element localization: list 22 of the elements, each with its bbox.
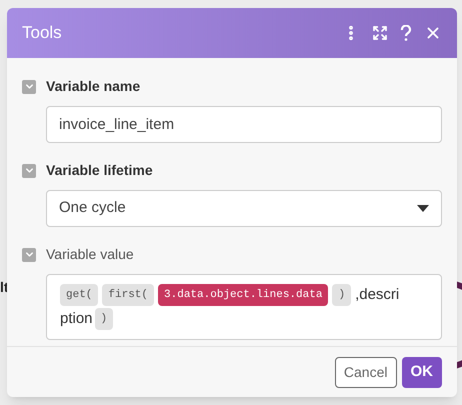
ok-button[interactable]: OK bbox=[402, 356, 442, 388]
collapse-toggle[interactable] bbox=[22, 80, 36, 94]
input-field[interactable]: invoice_line_item bbox=[46, 106, 442, 143]
help-icon[interactable] bbox=[400, 25, 412, 41]
field-label: Variable value bbox=[46, 245, 134, 264]
function-token: ) bbox=[94, 308, 114, 330]
function-token: ) bbox=[332, 284, 352, 306]
expand-icon[interactable] bbox=[372, 25, 388, 41]
formula-text: ption bbox=[60, 309, 93, 330]
field-label: Variable lifetime bbox=[46, 161, 153, 180]
function-token: get( bbox=[60, 284, 98, 306]
window-title: Tools bbox=[22, 22, 62, 44]
variable-token: 3.data.object.lines.data bbox=[158, 284, 328, 306]
collapse-toggle[interactable] bbox=[22, 164, 36, 178]
collapse-toggle[interactable] bbox=[22, 248, 36, 262]
formula-text: ,descri bbox=[355, 285, 400, 305]
dropdown[interactable]: One cycle bbox=[46, 190, 442, 227]
function-token: first( bbox=[102, 284, 154, 306]
field-label: Variable name bbox=[46, 77, 140, 96]
formula-field[interactable]: get( first( 3.data.object.lines.data ) ,descri ption ) bbox=[46, 274, 442, 340]
cancel-button[interactable]: Cancel bbox=[334, 356, 396, 388]
caret-icon bbox=[417, 205, 429, 212]
